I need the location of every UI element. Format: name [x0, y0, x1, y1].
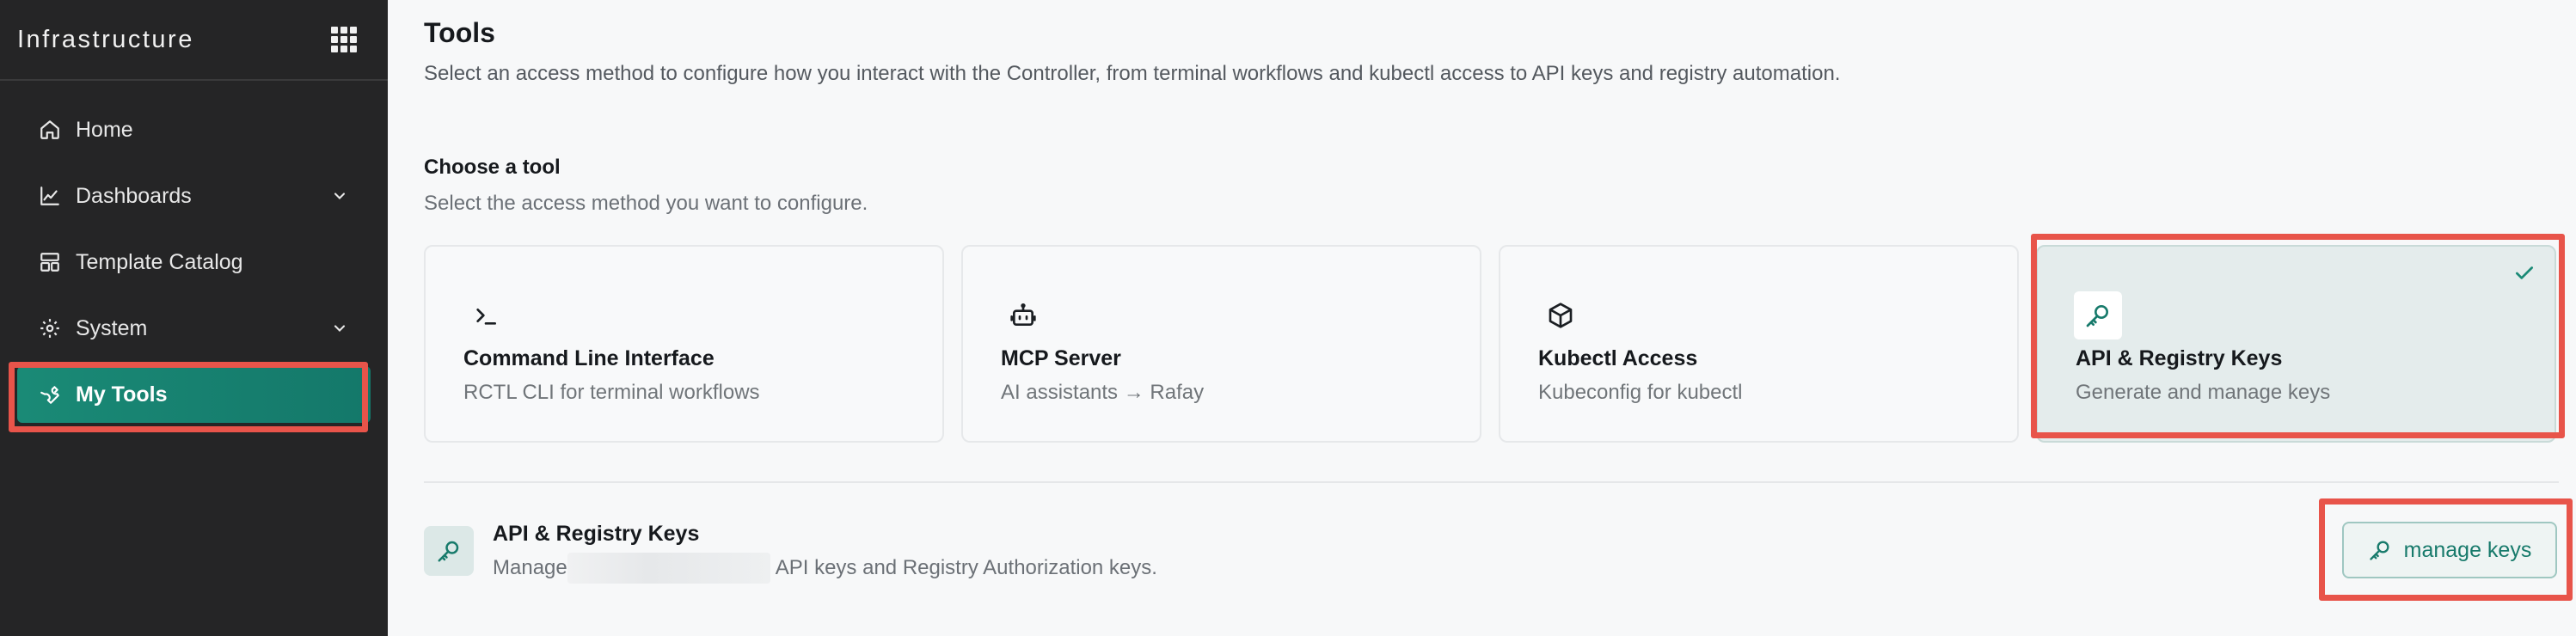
chart-line-icon	[38, 184, 62, 208]
sidebar-item-my-tools[interactable]: My Tools	[17, 366, 371, 423]
key-icon	[424, 526, 474, 576]
key-icon	[2074, 291, 2122, 339]
sidebar-item-label: Dashboards	[76, 183, 192, 208]
detail-description: Manage API keys and Registry Authorizati…	[493, 553, 1157, 584]
card-title: MCP Server	[1001, 346, 1121, 370]
robot-icon	[999, 291, 1047, 339]
sidebar-item-system[interactable]: System	[17, 300, 371, 357]
sidebar-item-label: My Tools	[76, 382, 168, 407]
key-icon	[2369, 541, 2389, 560]
sidebar-nav: Home Dashboards Template Catalog System	[0, 81, 388, 423]
redacted-text	[567, 553, 770, 584]
tool-card-cli[interactable]: Command Line Interface RCTL CLI for term…	[424, 245, 944, 443]
section-title: Choose a tool	[424, 156, 561, 179]
home-icon	[38, 118, 62, 142]
sidebar-item-dashboards[interactable]: Dashboards	[17, 168, 371, 224]
gear-icon	[38, 316, 62, 340]
detail-title: API & Registry Keys	[493, 522, 700, 546]
page-title: Tools	[424, 17, 495, 48]
check-icon	[2515, 266, 2534, 279]
section-divider	[424, 481, 2559, 483]
app-grid-icon[interactable]	[331, 27, 357, 52]
card-title: Command Line Interface	[463, 346, 715, 370]
tool-card-kubectl[interactable]: Kubectl Access Kubeconfig for kubectl	[1499, 245, 2019, 443]
terminal-icon	[462, 291, 510, 339]
chevron-down-icon[interactable]	[331, 320, 348, 337]
wrench-icon	[38, 382, 62, 407]
tool-card-api-registry-keys[interactable]: API & Registry Keys Generate and manage …	[2036, 245, 2556, 443]
cube-icon	[1536, 291, 1585, 339]
brand-header: Infrastructure	[0, 0, 388, 81]
sidebar-item-template-catalog[interactable]: Template Catalog	[17, 234, 371, 290]
main-content: Tools Select an access method to configu…	[388, 0, 2576, 636]
card-subtitle: Generate and manage keys	[2076, 381, 2331, 404]
manage-keys-label: manage keys	[2403, 537, 2532, 562]
card-subtitle: AI assistants → Rafay	[1001, 381, 1205, 404]
section-description: Select the access method you want to con…	[424, 192, 868, 215]
detail-desc-suffix: API keys and Registry Authorization keys…	[775, 556, 1157, 579]
page-description: Select an access method to configure how…	[424, 62, 1841, 85]
card-title: Kubectl Access	[1538, 346, 1698, 370]
card-title: API & Registry Keys	[2076, 346, 2283, 370]
sidebar-item-label: System	[76, 315, 148, 340]
app-title: Infrastructure	[17, 25, 194, 53]
detail-desc-prefix: Manage	[493, 556, 567, 579]
sidebar: Infrastructure Home Dashboards Template …	[0, 0, 388, 636]
layout-icon	[38, 250, 62, 274]
tool-card-mcp[interactable]: MCP Server AI assistants → Rafay	[961, 245, 1481, 443]
sidebar-item-home[interactable]: Home	[17, 101, 371, 158]
manage-keys-button[interactable]: manage keys	[2342, 522, 2557, 578]
sidebar-item-label: Home	[76, 117, 133, 142]
card-subtitle: Kubeconfig for kubectl	[1538, 381, 1743, 404]
chevron-down-icon[interactable]	[331, 187, 348, 205]
card-subtitle: RCTL CLI for terminal workflows	[463, 381, 760, 404]
sidebar-item-label: Template Catalog	[76, 249, 243, 274]
